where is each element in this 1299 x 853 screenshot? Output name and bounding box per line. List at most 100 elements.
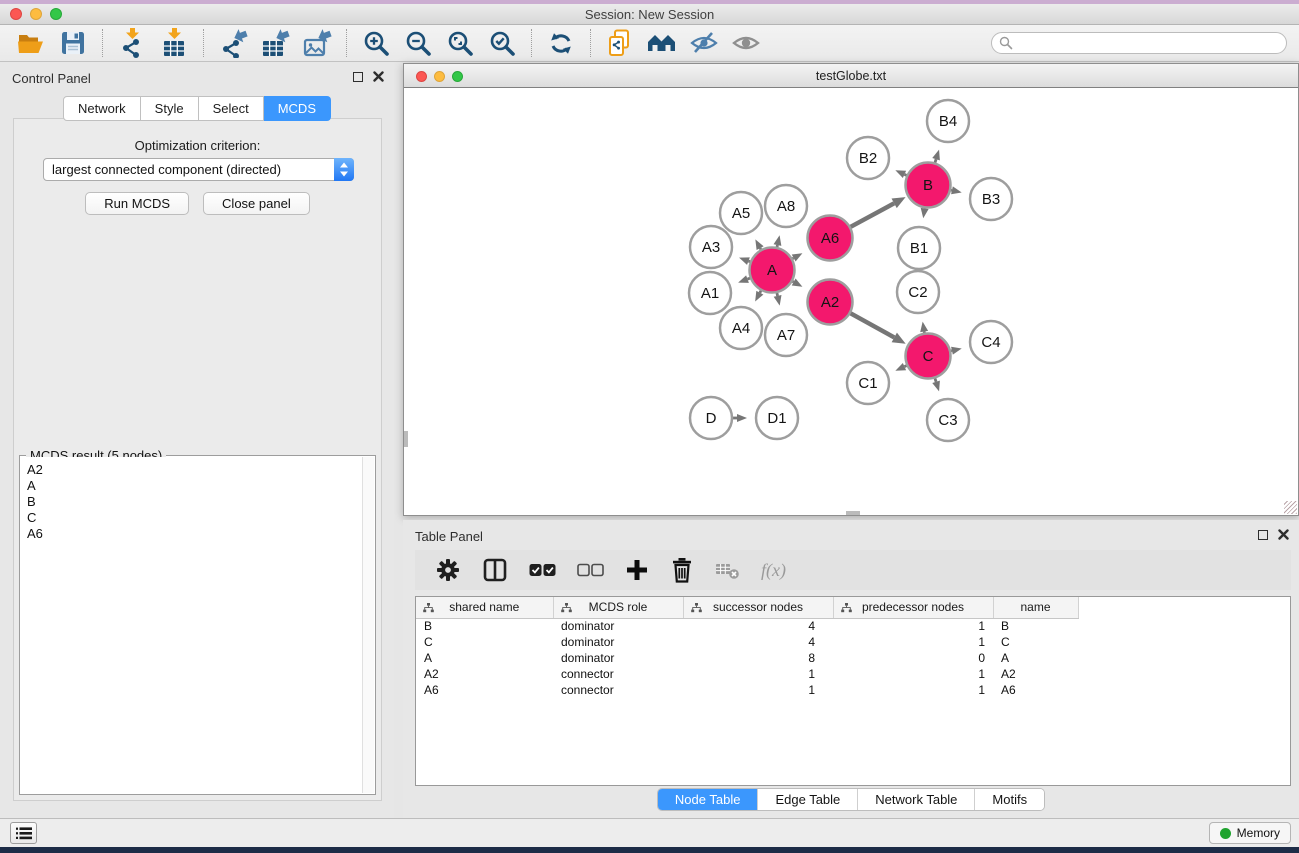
table-cell[interactable]: 4 xyxy=(683,618,833,634)
table-cell[interactable]: connector xyxy=(553,682,683,698)
network-window-titlebar[interactable]: testGlobe.txt xyxy=(404,64,1298,88)
search-input[interactable] xyxy=(1017,34,1286,52)
table-cell[interactable]: 1 xyxy=(683,682,833,698)
table-cell[interactable]: 1 xyxy=(833,682,993,698)
table-cell[interactable]: 1 xyxy=(683,666,833,682)
graph-edge-A6-B[interactable] xyxy=(851,203,894,227)
column-header-successor-nodes[interactable]: successor nodes xyxy=(683,597,833,618)
column-header-shared-name[interactable]: shared name xyxy=(416,597,553,618)
network-zoom-button[interactable] xyxy=(452,71,463,82)
mcds-result-item[interactable]: A xyxy=(21,478,362,494)
table-row[interactable]: Bdominator41B xyxy=(416,618,1078,634)
zoom-selected-button[interactable] xyxy=(483,27,521,59)
deselect-all-button[interactable] xyxy=(577,556,604,584)
graph-node-C2[interactable]: C2 xyxy=(897,271,939,313)
graph-node-D1[interactable]: D1 xyxy=(756,397,798,439)
network-vertical-scroll-thumb[interactable] xyxy=(404,431,408,447)
graph-node-D[interactable]: D xyxy=(690,397,732,439)
close-panel-button[interactable]: Close panel xyxy=(203,192,310,215)
graph-edge-A-A7[interactable] xyxy=(777,293,778,296)
column-header-MCDS-role[interactable]: MCDS role xyxy=(553,597,683,618)
table-cell[interactable]: dominator xyxy=(553,634,683,650)
mcds-result-item[interactable]: B xyxy=(21,494,362,510)
table-cell[interactable]: 1 xyxy=(833,618,993,634)
graph-edge-B-B2[interactable] xyxy=(904,174,906,175)
graph-edge-A-A3[interactable] xyxy=(748,261,750,262)
import-network-button[interactable] xyxy=(113,27,151,59)
graph-node-B[interactable]: B xyxy=(906,163,951,208)
table-cell[interactable]: dominator xyxy=(553,650,683,666)
table-cell[interactable]: 1 xyxy=(833,634,993,650)
open-session-button[interactable] xyxy=(12,27,50,59)
run-mcds-button[interactable]: Run MCDS xyxy=(85,192,189,215)
zoom-out-button[interactable] xyxy=(399,27,437,59)
graph-edge-A2-C[interactable] xyxy=(851,313,895,337)
criterion-dropdown[interactable]: largest connected component (directed) xyxy=(43,158,354,181)
zoom-in-button[interactable] xyxy=(357,27,395,59)
table-settings-button[interactable] xyxy=(435,556,461,584)
graph-edge-C-C1[interactable] xyxy=(904,366,906,367)
network-horizontal-scroll-thumb[interactable] xyxy=(846,511,860,515)
add-row-button[interactable] xyxy=(625,556,649,584)
control-tab-select[interactable]: Select xyxy=(199,96,264,121)
table-cell[interactable]: A xyxy=(416,650,553,666)
graph-node-B4[interactable]: B4 xyxy=(927,100,969,142)
graph-node-A8[interactable]: A8 xyxy=(765,185,807,227)
close-panel-icon[interactable] xyxy=(373,71,384,82)
mcds-result-item[interactable]: C xyxy=(21,510,362,526)
table-cell[interactable]: A2 xyxy=(416,666,553,682)
save-session-button[interactable] xyxy=(54,27,92,59)
mcds-result-item[interactable]: A2 xyxy=(21,462,362,478)
graph-node-C1[interactable]: C1 xyxy=(847,362,889,404)
table-cell[interactable]: 1 xyxy=(833,666,993,682)
table-cell[interactable]: 0 xyxy=(833,650,993,666)
graph-node-B2[interactable]: B2 xyxy=(847,137,889,179)
table-cell[interactable]: connector xyxy=(553,666,683,682)
graph-edge-A-A1[interactable] xyxy=(748,278,750,279)
table-cell[interactable]: B xyxy=(993,618,1078,634)
table-tab-network-table[interactable]: Network Table xyxy=(857,789,974,810)
network-canvas[interactable]: B4B2BB3A8A5A6A3B1AA1C2A2A4A7C4CC1C3DD1 xyxy=(404,89,1298,515)
table-row[interactable]: Cdominator41C xyxy=(416,634,1078,650)
table-cell[interactable]: B xyxy=(416,618,553,634)
hide-graphics-details-button[interactable] xyxy=(685,27,723,59)
export-image-button[interactable] xyxy=(298,27,336,59)
refresh-button[interactable] xyxy=(542,27,580,59)
float-table-panel-icon[interactable] xyxy=(1258,530,1268,540)
table-cell[interactable]: A xyxy=(993,650,1078,666)
delete-row-button[interactable] xyxy=(670,556,694,584)
table-cell[interactable]: A6 xyxy=(993,682,1078,698)
table-cell[interactable]: A2 xyxy=(993,666,1078,682)
graph-edge-C-C3[interactable] xyxy=(935,378,936,381)
graph-node-A[interactable]: A xyxy=(750,248,795,293)
graph-node-A7[interactable]: A7 xyxy=(765,314,807,356)
home-layout-button[interactable] xyxy=(643,27,681,59)
table-cell[interactable]: dominator xyxy=(553,618,683,634)
float-panel-icon[interactable] xyxy=(353,72,363,82)
export-network-button[interactable] xyxy=(214,27,252,59)
zoom-fit-button[interactable] xyxy=(441,27,479,59)
table-cell[interactable]: 4 xyxy=(683,634,833,650)
import-table-button[interactable] xyxy=(155,27,193,59)
show-columns-button[interactable] xyxy=(482,556,508,584)
control-tab-style[interactable]: Style xyxy=(141,96,199,121)
graph-node-B3[interactable]: B3 xyxy=(970,178,1012,220)
table-row[interactable]: A6connector11A6 xyxy=(416,682,1078,698)
table-cell[interactable]: A6 xyxy=(416,682,553,698)
export-table-button[interactable] xyxy=(256,27,294,59)
graph-edge-A-A4[interactable] xyxy=(760,291,761,293)
graph-node-C[interactable]: C xyxy=(906,334,951,379)
network-close-button[interactable] xyxy=(416,71,427,82)
close-table-panel-icon[interactable] xyxy=(1278,529,1289,540)
column-header-name[interactable]: name xyxy=(993,597,1078,618)
table-tab-motifs[interactable]: Motifs xyxy=(974,789,1044,810)
column-header-predecessor-nodes[interactable]: predecessor nodes xyxy=(833,597,993,618)
table-tab-edge-table[interactable]: Edge Table xyxy=(757,789,857,810)
graph-node-A6[interactable]: A6 xyxy=(808,216,853,261)
search-field[interactable] xyxy=(991,32,1287,54)
table-cell[interactable]: C xyxy=(993,634,1078,650)
graph-node-C4[interactable]: C4 xyxy=(970,321,1012,363)
memory-button[interactable]: Memory xyxy=(1209,822,1291,844)
graph-node-A2[interactable]: A2 xyxy=(808,280,853,325)
graph-node-A1[interactable]: A1 xyxy=(689,272,731,314)
